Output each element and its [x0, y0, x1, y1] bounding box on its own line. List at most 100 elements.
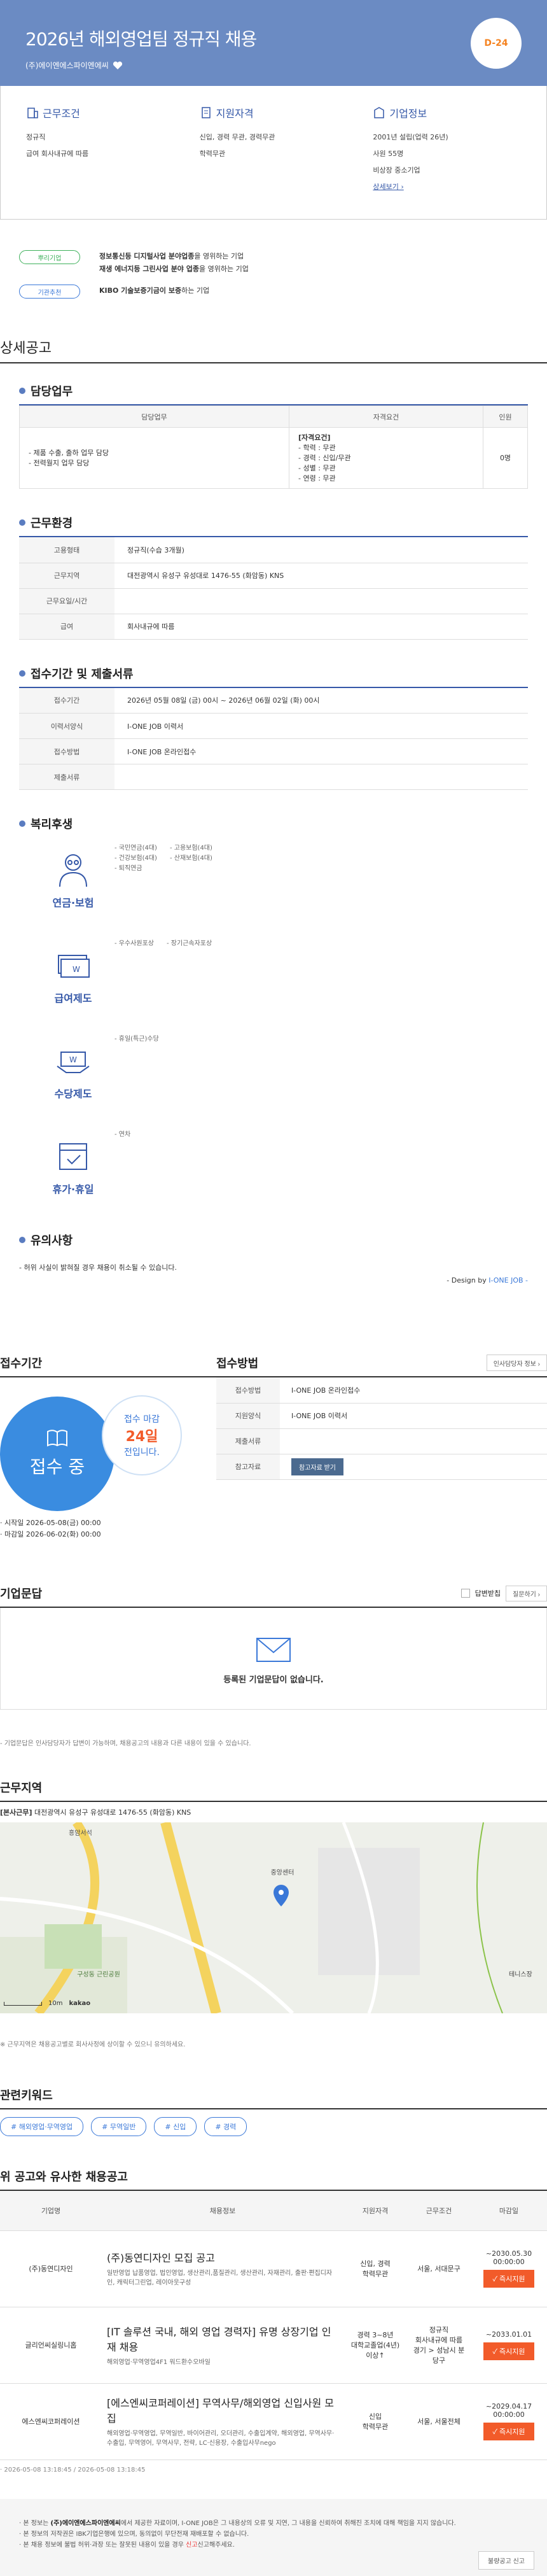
similar-company[interactable]: 글리언씨실링니홉: [0, 2307, 102, 2384]
table-row: 제출서류: [19, 764, 528, 790]
table-header: 지원자격: [343, 2191, 407, 2231]
map-canvas: 흥암서석: [0, 1822, 547, 2013]
disclaimer-company: (주)에이엔에스파이엔에씨: [50, 2519, 121, 2527]
location-address: 대전광역시 유성구 유성대로 1476-55 (화암동) KNS: [32, 1808, 191, 1817]
location-map[interactable]: 흥암서석 중앙센터 구성동 근린공원 테니스장 10m kakao: [0, 1822, 547, 2013]
company-name-row: (주)에이엔에스파이엔에씨: [25, 60, 547, 71]
keyword-tag[interactable]: # 경력: [204, 2117, 247, 2136]
table-header: 기업명: [0, 2191, 102, 2231]
table-row: 지원양식 I-ONE JOB 이력서: [216, 1403, 547, 1429]
welfare-entry: - 산재보험(4대): [169, 855, 212, 862]
badge-text: 하는 기업: [181, 286, 210, 295]
table-row: - 제품 수출, 출하 업무 담당 - 전력월지 업무 담당 [자격요건] - 학력…: [18, 427, 528, 489]
inquiry-note: - 기업문답은 인사담당자가 답변이 가능하며, 채용공고의 내용과 다른 내용…: [0, 1740, 251, 1747]
inquiry-empty-message: 등록된 기업문답이 없습니다.: [223, 1675, 324, 1685]
inquiry-empty-box: 등록된 기업문답이 없습니다.: [0, 1608, 547, 1710]
similar-job-title[interactable]: [IT 솔루션 국내, 해외 영업 경력자] 유명 상장기업 인재 채용: [107, 2323, 338, 2354]
apply-table: 접수방법 I-ONE JOB 온라인접수 지원양식 I-ONE JOB 이력서 제출…: [216, 1377, 547, 1480]
summary-qualifications-title: 지원자격: [216, 108, 254, 120]
ask-question-button[interactable]: 질문하기 ›: [506, 1585, 547, 1601]
company-name[interactable]: (주)에이엔에스파이엔에씨: [25, 60, 109, 71]
hr-contact-button[interactable]: 인사담당자 정보 ›: [486, 1355, 547, 1371]
company-detail-link[interactable]: 상세보기 ›: [373, 183, 403, 191]
similar-company[interactable]: (주)동연디자인: [0, 2230, 102, 2307]
map-scale-bar: [4, 2001, 42, 2006]
table-header: 자격요건: [289, 405, 483, 428]
welfare-grid: 연금·보험 - 국민연금(4대) - 건강보험(4대) - 퇴직연금 - 고용보험(…: [19, 837, 528, 1225]
design-prefix: - Design by: [447, 1276, 487, 1284]
map-label-park: 구성동 근린공원: [77, 1971, 120, 1978]
similar-job-title[interactable]: (주)동연디자인 모집 공고: [107, 2249, 338, 2265]
table-row: 접수방법 I-ONE JOB 온라인접수: [19, 738, 528, 764]
table-header: 인원: [483, 405, 528, 428]
row-key: 이력서양식: [19, 713, 114, 739]
row-key: 지원양식: [216, 1403, 280, 1429]
report-posting-button[interactable]: 불량공고 신고: [478, 2551, 534, 2570]
similar-deadline: ~2030.05.30 00:00:00: [485, 2249, 532, 2266]
company-badges: 뿌리기업 정보통신등 디지털사업 분야업종을 영위하는 기업 재생 에너지등 그…: [0, 220, 547, 299]
status-text: 접수 중: [29, 1456, 85, 1477]
deadline-post: 전입니다.: [124, 1447, 160, 1458]
welfare-label: 급여제도: [54, 992, 92, 1004]
table-row: 급여 회사내규에 따름: [19, 614, 528, 640]
inquiry-section: 기업문답 답변받칩 질문하기 › 등록된 기업문답이 없습니다. - 기업문답은…: [0, 1585, 547, 1747]
similar-jobs-table: 기업명 채용정보 지원자격 근무조건 마감일 (주)동연디자인 (주)동연디자인…: [0, 2191, 547, 2460]
calendar-icon: [59, 1143, 87, 1170]
table-row: 접수기간 2026년 05월 08일 (금) 00시 ~ 2026년 06월 02…: [19, 687, 528, 714]
welfare-entry: - 휴일(특근)수당: [114, 1036, 159, 1043]
similar-job-title[interactable]: [에스엔씨코퍼레이션] 무역사무/해외영업 신입사원 모집: [107, 2395, 338, 2425]
row-key: 제출서류: [19, 764, 114, 790]
table-row: 근무지역 대전광역시 유성구 유성대로 1476-55 (화암동) KNS: [19, 563, 528, 589]
book-icon: [47, 1430, 67, 1447]
bullet-icon: [19, 820, 25, 827]
req-item: - 경력 : 신입/무관: [298, 453, 351, 462]
deadline-circle: 접수 마감 24일 전입니다.: [102, 1395, 182, 1475]
duty-title: 담당업무: [31, 385, 73, 398]
similar-cond: 서울, 서울전체: [407, 2383, 471, 2460]
keywords-title: 관련키워드: [0, 2087, 547, 2109]
row-key: 고용형태: [19, 537, 114, 563]
row-value: 정규직(수습 3개월): [114, 537, 528, 563]
badge-row: 기관추천 KIBO 기술보증기금이 보증하는 기업: [19, 285, 547, 299]
keyword-tag[interactable]: # 해외영업·무역영업: [0, 2117, 84, 2136]
posting-dates: · 2026-05-08 13:18:45 / 2026-05-08 13:18…: [0, 2466, 146, 2474]
welfare-item: 연금·보험 - 국민연금(4대) - 건강보험(4대) - 퇴직연금 - 고용보험(…: [32, 843, 286, 939]
row-value: I-ONE JOB 이력서: [280, 1403, 547, 1429]
report-link[interactable]: 신고: [186, 2542, 197, 2549]
summary-line: 비상장 중소기업: [373, 166, 420, 174]
row-value: 회사내규에 따름: [114, 614, 528, 640]
similar-company[interactable]: 에스엔씨코퍼레이션: [0, 2383, 102, 2460]
similar-qual: 경력 3~8년 대학교졸업(4년) 이상↑: [343, 2307, 407, 2384]
duty-table: 담당업무 자격요건 인원 - 제품 수출, 출하 업무 담당 - 전력월지 업무 …: [18, 405, 528, 489]
quick-apply-button[interactable]: ✓ 즉시지원: [483, 2270, 534, 2288]
caution-text: - 허위 사실이 밝혀질 경우 채용이 취소될 수 있습니다.: [19, 1263, 177, 1272]
keyword-tag[interactable]: # 무역일반: [91, 2117, 147, 2136]
bullet-icon: [19, 388, 25, 394]
bullet-icon: [19, 519, 25, 526]
download-reference-button[interactable]: 참고자료 받기: [291, 1458, 343, 1475]
table-header: 채용정보: [102, 2191, 343, 2231]
map-label-center: 중앙센터: [270, 1869, 294, 1876]
similar-qual: 신입 학력무관: [343, 2383, 407, 2460]
welfare-title: 복리후생: [31, 818, 73, 831]
row-key: 접수기간: [19, 687, 114, 714]
similar-qual: 신입, 경력 학력무관: [343, 2230, 407, 2307]
quick-apply-button[interactable]: ✓ 즉시지원: [483, 2423, 534, 2440]
quick-apply-button[interactable]: ✓ 즉시지원: [483, 2342, 534, 2360]
row-key: 급여: [19, 614, 114, 640]
table-row: 고용형태 정규직(수습 3개월): [19, 537, 528, 563]
disclaimer-line: · 본 정보는 (주)에이엔에스파이엔에씨에서 제공한 자료이며, I-ONE …: [19, 2519, 456, 2527]
keyword-tag[interactable]: # 신입: [154, 2117, 197, 2136]
heart-icon[interactable]: [113, 61, 123, 70]
req-title: [자격요건]: [298, 433, 331, 442]
caution-title: 유의사항: [31, 1234, 73, 1248]
similar-jobs-section: 위 공고와 유사한 채용공고 기업명 채용정보 지원자격 근무조건 마감일 (주…: [0, 2168, 547, 2474]
document-icon: [201, 107, 211, 118]
my-answer-checkbox[interactable]: [460, 1589, 470, 1598]
similar-job-desc: 해외영업·무역영업, 무역일반, 바이어관리, 오더관리, 수출입계약, 해외영…: [107, 2430, 335, 2447]
period-title: 접수기간 및 제출서류: [31, 667, 134, 681]
row-key: 참고자료: [216, 1454, 280, 1480]
table-row: (주)동연디자인 (주)동연디자인 모집 공고 일반영업 납품영업, 법인영업, …: [0, 2230, 547, 2307]
disclaimer-text: 본 정보의 저작권은: [23, 2530, 76, 2538]
badge-bold: KIBO 기술보증기금이 보증: [99, 286, 182, 295]
